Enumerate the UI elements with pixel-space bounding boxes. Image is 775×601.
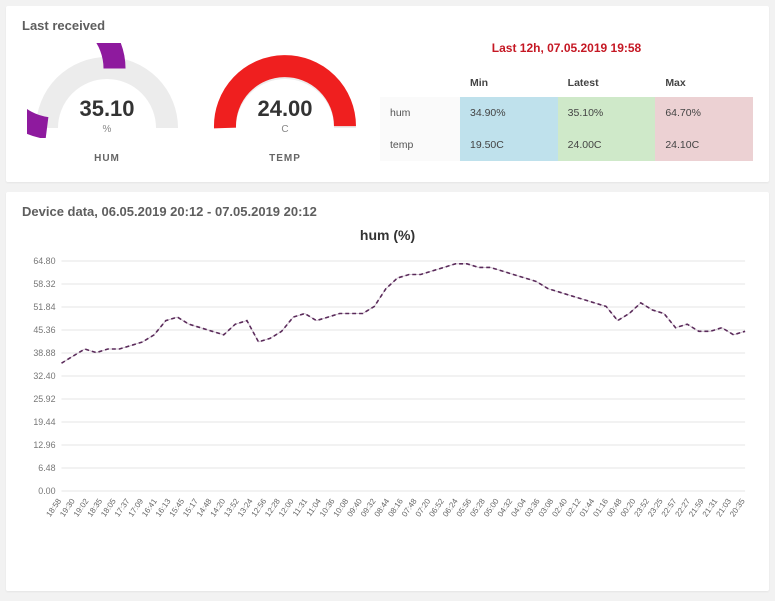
- row-temp-latest: 24.00C: [558, 129, 656, 161]
- device-data-title: Device data, 06.05.2019 20:12 - 07.05.20…: [22, 204, 753, 219]
- gauge-hum-name: HUM: [22, 153, 192, 164]
- col-max: Max: [655, 69, 753, 97]
- col-latest: Latest: [558, 69, 656, 97]
- svg-text:6.48: 6.48: [38, 463, 55, 473]
- summary-table: Min Latest Max hum 34.90% 35.10% 64.70% …: [380, 69, 753, 161]
- table-header-row: Min Latest Max: [380, 69, 753, 97]
- gauge-temp: 24.00 C TEMP: [200, 41, 370, 164]
- svg-text:25.92: 25.92: [33, 394, 55, 404]
- gauge-hum-value: 35.10: [22, 96, 192, 122]
- svg-text:32.40: 32.40: [33, 371, 55, 381]
- gauges-row: 35.10 % HUM 24.00 C TEMP: [22, 41, 370, 164]
- row-hum-min: 34.90%: [460, 97, 558, 129]
- line-chart-svg: 0.00 6.48 12.96 19.44 25.92 32.40 38.88 45.36 51…: [22, 253, 753, 533]
- chart-title: hum (%): [22, 227, 753, 243]
- gauge-temp-name: TEMP: [200, 153, 370, 164]
- svg-text:38.88: 38.88: [33, 348, 55, 358]
- device-data-card: Device data, 06.05.2019 20:12 - 07.05.20…: [6, 192, 769, 591]
- table-row: temp 19.50C 24.00C 24.10C: [380, 129, 753, 161]
- svg-text:58.32: 58.32: [33, 279, 55, 289]
- last-received-title: Last received: [22, 18, 753, 33]
- summary-title: Last 12h, 07.05.2019 19:58: [380, 41, 753, 55]
- svg-text:45.36: 45.36: [33, 325, 55, 335]
- last-received-card: Last received 35.10 % HUM: [6, 6, 769, 182]
- line-chart: 0.00 6.48 12.96 19.44 25.92 32.40 38.88 45.36 51…: [22, 253, 753, 573]
- table-row: hum 34.90% 35.10% 64.70%: [380, 97, 753, 129]
- gauge-temp-value: 24.00: [200, 96, 370, 122]
- svg-text:20:35: 20:35: [728, 496, 747, 518]
- svg-text:64.80: 64.80: [33, 256, 55, 266]
- svg-text:19.44: 19.44: [33, 417, 55, 427]
- summary-column: Last 12h, 07.05.2019 19:58 Min Latest Ma…: [380, 41, 753, 161]
- svg-text:0.00: 0.00: [38, 486, 55, 496]
- row-hum-max: 64.70%: [655, 97, 753, 129]
- gauge-hum: 35.10 % HUM: [22, 41, 192, 164]
- col-min: Min: [460, 69, 558, 97]
- svg-text:12.96: 12.96: [33, 440, 55, 450]
- row-temp-label: temp: [380, 129, 460, 161]
- row-temp-max: 24.10C: [655, 129, 753, 161]
- svg-text:51.84: 51.84: [33, 302, 55, 312]
- row-hum-label: hum: [380, 97, 460, 129]
- row-temp-min: 19.50C: [460, 129, 558, 161]
- row-hum-latest: 35.10%: [558, 97, 656, 129]
